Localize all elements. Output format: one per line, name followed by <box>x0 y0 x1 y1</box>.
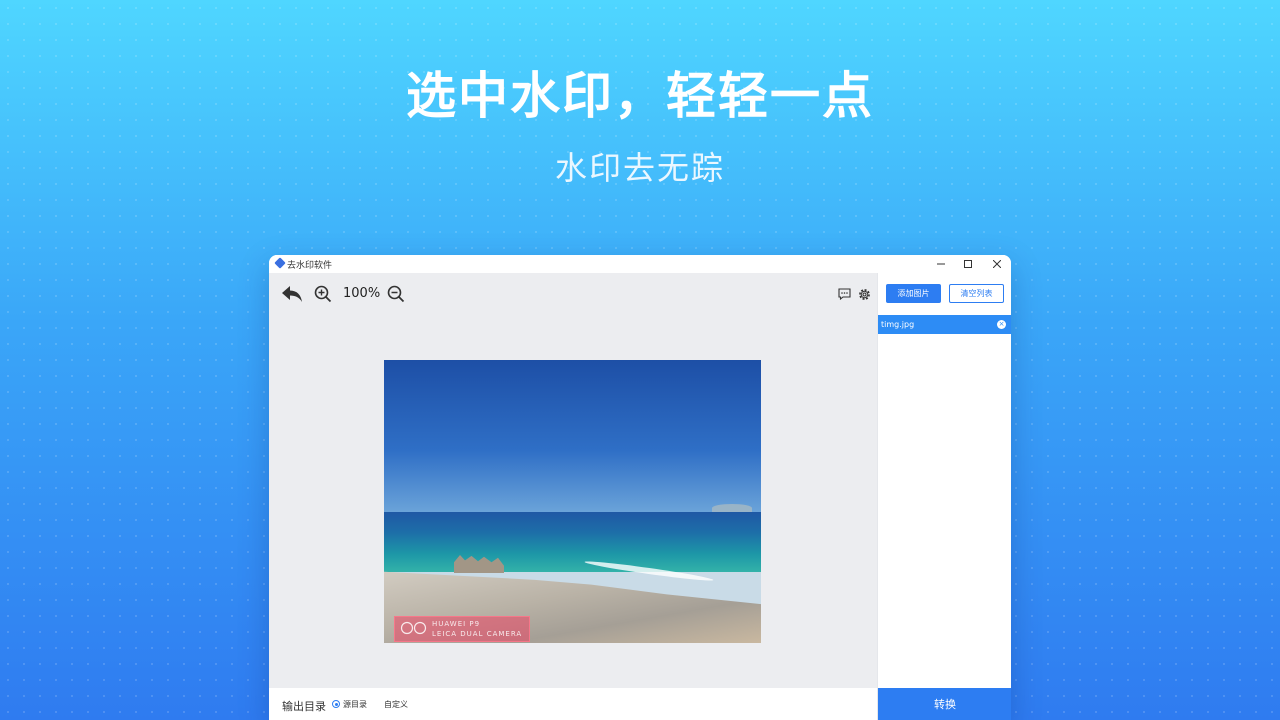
hero-subline: 水印去无踪 <box>554 149 725 187</box>
loaded-photo[interactable]: HUAWEI P9 LEICA DUAL CAMERA <box>384 360 761 643</box>
title-bar: 去水印软件 <box>269 255 1011 273</box>
clear-list-button[interactable]: 清空列表 <box>949 284 1004 303</box>
file-list-item[interactable]: timg.jpg × <box>878 315 1011 334</box>
custom-directory-option[interactable]: 自定义 <box>384 699 408 710</box>
add-image-button[interactable]: 添加图片 <box>886 284 941 303</box>
remove-file-icon[interactable]: × <box>997 320 1006 329</box>
selected-watermark[interactable]: HUAWEI P9 LEICA DUAL CAMERA <box>394 616 530 642</box>
undo-arrow-icon <box>282 286 302 302</box>
photo-sea <box>384 512 761 572</box>
settings-button[interactable] <box>857 287 871 301</box>
maximize-button[interactable] <box>954 256 982 272</box>
zoom-out-button[interactable] <box>387 285 405 303</box>
close-icon <box>993 260 1001 268</box>
undo-button[interactable] <box>281 284 303 304</box>
zoom-in-icon <box>314 285 332 303</box>
hero-headline: 选中水印，轻轻一点 <box>406 67 874 125</box>
gear-icon <box>858 288 870 300</box>
file-list-panel: 添加图片 清空列表 timg.jpg × 转换 <box>877 273 1011 720</box>
output-directory-label: 输出目录 <box>282 700 326 713</box>
convert-button[interactable]: 转换 <box>878 688 1011 720</box>
zoom-out-icon <box>387 285 405 303</box>
zoom-in-button[interactable] <box>314 285 332 303</box>
watermark-text-line2: LEICA DUAL CAMERA <box>432 630 523 638</box>
app-window: 去水印软件 100% HUAWEI P9 LEICA DUAL CAMERA 输… <box>269 255 1011 720</box>
leica-rings-icon <box>400 621 427 635</box>
image-workspace[interactable]: 100% HUAWEI P9 LEICA DUAL CAMERA <box>269 273 877 688</box>
output-settings-bar: 输出目录 源目录 自定义 <box>269 688 877 720</box>
window-title: 去水印软件 <box>287 261 333 271</box>
comment-icon <box>837 288 851 300</box>
close-button[interactable] <box>983 256 1011 272</box>
source-directory-radio[interactable] <box>332 700 340 708</box>
diamond-logo-icon <box>274 257 286 269</box>
minimize-button[interactable] <box>927 256 955 272</box>
file-name: timg.jpg <box>881 320 915 329</box>
photo-island <box>712 504 752 512</box>
minimize-icon <box>937 263 945 265</box>
watermark-text-line1: HUAWEI P9 <box>432 620 481 628</box>
source-directory-label[interactable]: 源目录 <box>343 699 367 710</box>
maximize-icon <box>964 260 972 268</box>
zoom-level: 100% <box>343 286 381 301</box>
comment-button[interactable] <box>837 287 851 301</box>
